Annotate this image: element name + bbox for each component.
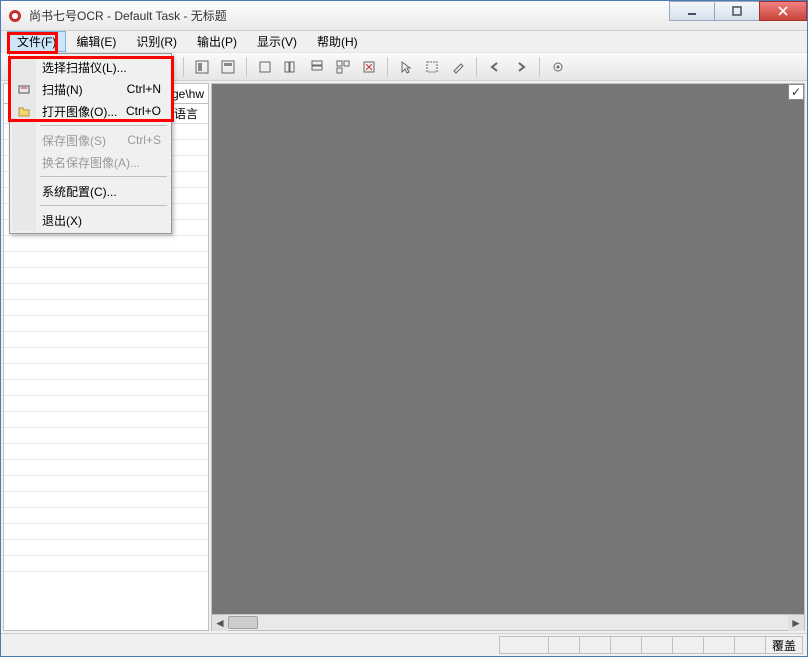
menu-shortcut: Ctrl+O xyxy=(126,104,161,118)
view-rows-icon[interactable] xyxy=(305,56,329,78)
scroll-left-icon[interactable]: ◄ xyxy=(212,615,228,631)
status-cell xyxy=(579,636,611,654)
list-row[interactable] xyxy=(4,268,208,284)
menu-help[interactable]: 帮助(H) xyxy=(307,31,368,52)
app-icon xyxy=(7,8,23,24)
menu-save-as-image: 换名保存图像(A)... xyxy=(12,151,169,173)
viewer-checkbox[interactable]: ✓ xyxy=(788,84,804,100)
layout-1-icon[interactable] xyxy=(190,56,214,78)
menu-open-image[interactable]: 打开图像(O)... Ctrl+O xyxy=(12,100,169,122)
list-row[interactable] xyxy=(4,508,208,524)
scroll-right-icon[interactable]: ► xyxy=(788,615,804,631)
list-row[interactable] xyxy=(4,316,208,332)
window-controls xyxy=(670,1,807,21)
menu-recognize[interactable]: 识别(R) xyxy=(126,31,187,52)
statusbar: 覆盖 xyxy=(1,633,807,656)
gear-icon[interactable] xyxy=(546,56,570,78)
list-row[interactable] xyxy=(4,412,208,428)
status-cell xyxy=(672,636,704,654)
menu-item-label: 退出(X) xyxy=(42,212,82,229)
menubar: 文件(F) 编辑(E) 识别(R) 输出(P) 显示(V) 帮助(H) xyxy=(1,31,807,53)
status-cell xyxy=(703,636,735,654)
list-row[interactable] xyxy=(4,396,208,412)
close-button[interactable] xyxy=(759,1,807,21)
menu-item-label: 打开图像(O)... xyxy=(42,103,117,120)
scroll-thumb[interactable] xyxy=(228,616,258,629)
list-row[interactable] xyxy=(4,460,208,476)
list-row[interactable] xyxy=(4,524,208,540)
menu-select-scanner[interactable]: 选择扫描仪(L)... xyxy=(12,56,169,78)
list-row[interactable] xyxy=(4,236,208,252)
menu-edit[interactable]: 编辑(E) xyxy=(66,31,126,52)
prev-icon[interactable] xyxy=(483,56,507,78)
list-row[interactable] xyxy=(4,252,208,268)
pen-icon[interactable] xyxy=(446,56,470,78)
menu-shortcut: Ctrl+N xyxy=(127,82,161,96)
status-cell xyxy=(610,636,642,654)
file-menu-dropdown: 选择扫描仪(L)... 扫描(N) Ctrl+N 打开图像(O)... Ctrl… xyxy=(9,53,172,234)
menu-shortcut: Ctrl+S xyxy=(127,133,161,147)
pointer-icon[interactable] xyxy=(394,56,418,78)
app-window: 尚书七号OCR - Default Task - 无标题 文件(F) 编辑(E)… xyxy=(0,0,808,657)
menu-save-image: 保存图像(S) Ctrl+S xyxy=(12,129,169,151)
toolbar-separator xyxy=(183,57,184,77)
status-overwrite: 覆盖 xyxy=(765,636,803,654)
menu-item-label: 保存图像(S) xyxy=(42,132,106,149)
path-fragment: ge\hw xyxy=(172,87,204,101)
delete-layout-icon[interactable] xyxy=(357,56,381,78)
toolbar-separator xyxy=(387,57,388,77)
language-label: 语言 xyxy=(174,105,198,122)
list-row[interactable] xyxy=(4,300,208,316)
list-row[interactable] xyxy=(4,284,208,300)
menu-scan[interactable]: 扫描(N) Ctrl+N xyxy=(12,78,169,100)
next-icon[interactable] xyxy=(509,56,533,78)
menu-item-label: 系统配置(C)... xyxy=(42,183,117,200)
menu-item-label: 选择扫描仪(L)... xyxy=(42,59,127,76)
status-cell xyxy=(734,636,766,654)
titlebar: 尚书七号OCR - Default Task - 无标题 xyxy=(1,1,807,31)
list-row[interactable] xyxy=(4,492,208,508)
menu-view[interactable]: 显示(V) xyxy=(247,31,307,52)
menu-system-config[interactable]: 系统配置(C)... xyxy=(12,180,169,202)
view-grid-icon[interactable] xyxy=(331,56,355,78)
toolbar-separator xyxy=(539,57,540,77)
menu-separator xyxy=(40,125,167,126)
status-cell xyxy=(499,636,549,654)
image-viewer: ✓ ◄ ► xyxy=(211,83,805,631)
horizontal-scrollbar[interactable]: ◄ ► xyxy=(212,614,804,630)
menu-output[interactable]: 输出(P) xyxy=(187,31,247,52)
list-row[interactable] xyxy=(4,332,208,348)
toolbar-separator xyxy=(246,57,247,77)
select-rect-icon[interactable] xyxy=(420,56,444,78)
viewer-canvas[interactable] xyxy=(212,84,804,614)
list-row[interactable] xyxy=(4,348,208,364)
view-columns-icon[interactable] xyxy=(279,56,303,78)
scan-icon xyxy=(16,81,32,97)
minimize-button[interactable] xyxy=(669,1,715,21)
menu-separator xyxy=(40,205,167,206)
list-row[interactable] xyxy=(4,476,208,492)
check-icon: ✓ xyxy=(791,85,801,99)
list-row[interactable] xyxy=(4,540,208,556)
menu-item-label: 扫描(N) xyxy=(42,81,83,98)
menu-exit[interactable]: 退出(X) xyxy=(12,209,169,231)
list-row[interactable] xyxy=(4,444,208,460)
menu-separator xyxy=(40,176,167,177)
list-row[interactable] xyxy=(4,556,208,572)
list-row[interactable] xyxy=(4,364,208,380)
status-cell xyxy=(641,636,673,654)
window-title: 尚书七号OCR - Default Task - 无标题 xyxy=(29,7,227,24)
open-image-icon xyxy=(16,103,32,119)
menu-item-label: 换名保存图像(A)... xyxy=(42,154,140,171)
list-row[interactable] xyxy=(4,380,208,396)
toolbar-separator xyxy=(476,57,477,77)
menu-file[interactable]: 文件(F) xyxy=(7,31,66,52)
view-single-icon[interactable] xyxy=(253,56,277,78)
layout-2-icon[interactable] xyxy=(216,56,240,78)
maximize-button[interactable] xyxy=(714,1,760,21)
status-cell xyxy=(548,636,580,654)
list-row[interactable] xyxy=(4,428,208,444)
